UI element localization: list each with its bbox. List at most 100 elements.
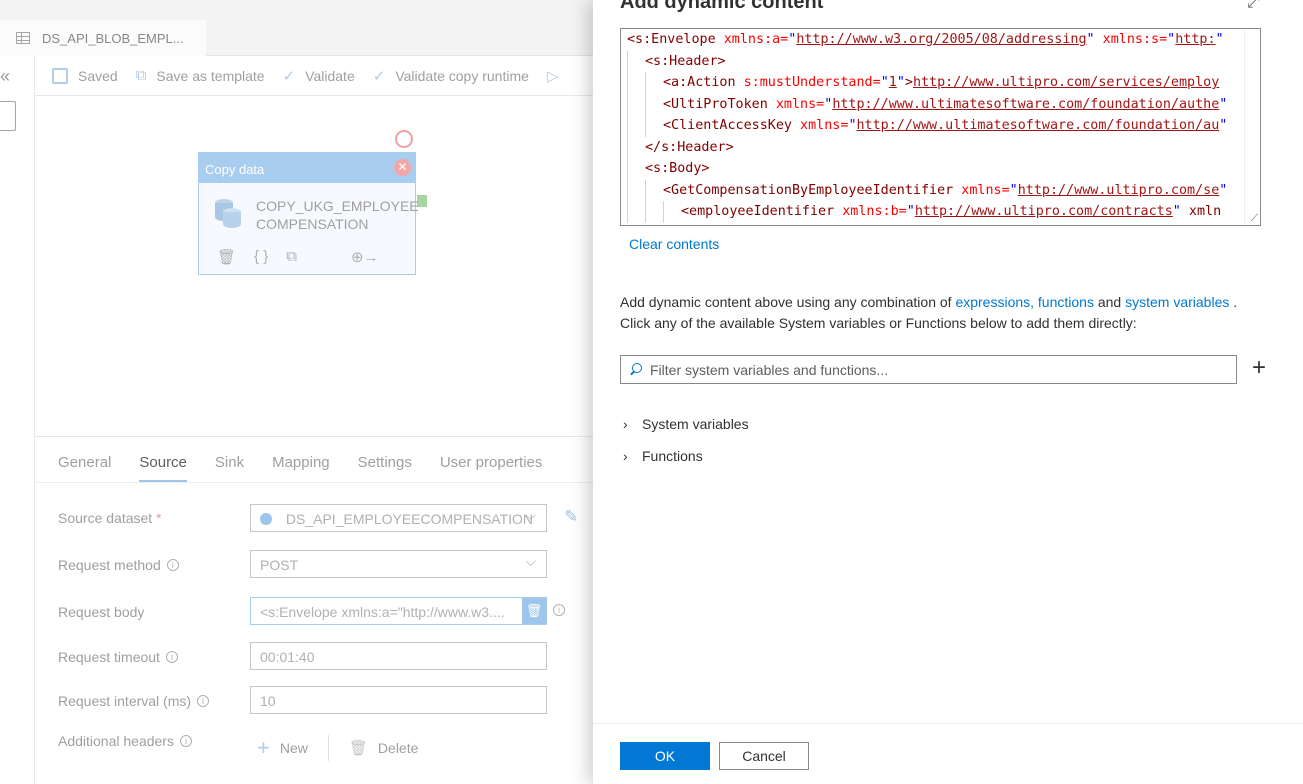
request-body-field[interactable]: <s:Envelope xmlns:a="http://www.w3.... 🗑 (250, 597, 547, 625)
xml-tag: <employeeIdentifier (681, 204, 835, 219)
tab-source[interactable]: Source (139, 437, 187, 482)
saved-label: Saved (78, 67, 118, 84)
code-line: <s:Header> (621, 50, 1246, 72)
xml-attr-name: xmlns:b= (834, 204, 907, 219)
help-text-post: . (1229, 294, 1238, 310)
xml-attr-value: http://www.ultimatesoftware.com/foundati… (856, 118, 1220, 133)
request-interval-value: 10 (260, 693, 276, 709)
indent-guide (627, 179, 645, 201)
expression-editor[interactable]: <s:Envelope xmlns:a="http://www.w3.org/2… (620, 28, 1261, 226)
divider (327, 735, 329, 761)
xml-tag: <a:Action (663, 75, 736, 90)
document-tab-label: DS_API_BLOB_EMPL... (42, 30, 184, 46)
editor-scrollbar[interactable] (1244, 29, 1260, 225)
add-dynamic-content-panel: Add dynamic content ⤢ <s:Envelope xmlns:… (593, 0, 1303, 784)
indent-guide (627, 158, 645, 180)
activity-name-line1: COPY_UKG_EMPLOYEE (256, 198, 419, 214)
code-line: <s:Body> (621, 158, 1246, 180)
source-dataset-label: Source dataset * (58, 510, 162, 526)
save-as-template-button[interactable]: ⧉ Save as template (136, 67, 265, 84)
copy-data-activity[interactable]: Copy data ✕ COPY_UKG_EMPLOYEE COMPENSATI… (198, 152, 419, 275)
xml-attr-value: http://www.ultipro.com/se (1017, 182, 1220, 198)
info-icon: i (553, 604, 565, 616)
info-icon: i (179, 735, 192, 747)
indent-guide (627, 115, 645, 137)
code-line: </s:Header> (621, 136, 1246, 158)
left-panel-edge (0, 101, 16, 131)
delete-icon[interactable]: 🗑 (217, 248, 236, 266)
code-braces-icon[interactable]: { } (254, 248, 268, 266)
activity-name-line2: COMPENSATION (256, 216, 369, 232)
delete-header-button[interactable]: Delete (378, 740, 418, 756)
filter-box[interactable] (620, 355, 1237, 384)
trash-icon[interactable]: 🗑 (522, 598, 546, 624)
tab-settings[interactable]: Settings (358, 437, 412, 482)
info-icon: i (197, 695, 210, 707)
code-line: <a:Action s:mustUnderstand="1">http://ww… (621, 72, 1246, 94)
xml-quote: " (1009, 182, 1018, 198)
xml-tail: xmln (1180, 204, 1222, 219)
resize-handle-icon[interactable]: ⟋ (1251, 213, 1258, 224)
validate-copy-runtime-button[interactable]: ✓ Validate copy runtime (373, 67, 529, 85)
xml-quote: " (1215, 32, 1224, 47)
request-body-label-text: Request body (58, 604, 145, 620)
additional-headers-label: Additional headers i (58, 733, 192, 749)
search-icon (629, 362, 643, 377)
validate-copy-runtime-label: Validate copy runtime (395, 67, 529, 84)
tree-item-label: Functions (642, 448, 703, 464)
saved-button[interactable]: Saved (52, 67, 118, 84)
xml-quote: " (1086, 32, 1095, 47)
code-line: <ClientAccessKey xmlns="http://www.ultim… (621, 115, 1246, 137)
properties-tabs: General Source Sink Mapping Settings Use… (35, 436, 593, 482)
request-timeout-input[interactable]: 00:01:40 (250, 642, 547, 670)
clear-contents-link[interactable]: Clear contents (629, 236, 719, 252)
xml-text: http://www.ultipro.com/services/employ (912, 75, 1220, 90)
indent-guide (645, 179, 663, 201)
tab-mapping[interactable]: Mapping (272, 437, 330, 482)
copy-icon[interactable]: ⧉ (286, 248, 297, 266)
dataset-icon (260, 513, 272, 525)
new-header-button[interactable]: New (280, 740, 308, 756)
validate-button[interactable]: ✓ Validate (283, 67, 355, 85)
source-dataset-select[interactable]: DS_API_EMPLOYEECOMPENSATION (250, 504, 547, 532)
plus-icon[interactable]: + (257, 735, 270, 761)
expressions-functions-link[interactable]: expressions, functions (955, 294, 1094, 310)
request-interval-input[interactable]: 10 (250, 686, 547, 714)
tab-sink[interactable]: Sink (215, 437, 244, 482)
request-timeout-label: Request timeout i (58, 649, 178, 665)
collapse-chevron-icon[interactable]: « (0, 66, 10, 87)
edit-pencil-icon[interactable]: ✎ (564, 507, 578, 527)
tree-item-system-variables[interactable]: › System variables (623, 416, 749, 432)
filter-input[interactable] (650, 361, 1210, 378)
source-dataset-value: DS_API_EMPLOYEECOMPENSATION (285, 511, 534, 527)
request-method-select[interactable]: POST (250, 550, 547, 578)
delete-icon: 🗑 (348, 740, 368, 757)
required-marker: * (156, 510, 162, 526)
cancel-button[interactable]: Cancel (719, 742, 809, 770)
tree-item-functions[interactable]: › Functions (623, 448, 703, 464)
tab-general[interactable]: General (58, 437, 111, 482)
document-tab[interactable]: DS_API_BLOB_EMPL... (0, 20, 206, 56)
xml-attr-value: http://www.ultimatesoftware.com/foundati… (832, 96, 1220, 112)
indent-guide (627, 93, 645, 115)
activity-failure-port[interactable] (395, 130, 413, 148)
request-body-value: <s:Envelope xmlns:a="http://www.w3.... (260, 604, 505, 620)
xml-quote: " (1219, 96, 1228, 112)
xml-quote: " (1172, 204, 1181, 219)
system-variables-link[interactable]: system variables (1125, 294, 1229, 310)
xml-attr-name: xmlns:a= (715, 32, 789, 47)
add-plus-icon[interactable]: + (1252, 354, 1266, 382)
xml-attr-value: http: (1175, 32, 1216, 47)
tree-item-label: System variables (642, 416, 749, 432)
expand-icon[interactable]: ⤢ (1247, 0, 1260, 12)
database-icon (215, 199, 241, 228)
ok-button[interactable]: OK (620, 742, 710, 770)
close-icon[interactable]: ✕ (394, 159, 411, 176)
source-properties: Source dataset * DS_API_EMPLOYEECOMPENSA… (35, 482, 593, 784)
code-lines[interactable]: <s:Envelope xmlns:a="http://www.w3.org/2… (621, 29, 1246, 225)
add-output-icon[interactable]: ⊕→ (351, 248, 379, 266)
tab-user-properties[interactable]: User properties (440, 437, 543, 482)
debug-button[interactable]: ▷ (547, 67, 569, 85)
headers-actions: + New 🗑 Delete (257, 735, 418, 761)
left-strip (0, 56, 35, 784)
